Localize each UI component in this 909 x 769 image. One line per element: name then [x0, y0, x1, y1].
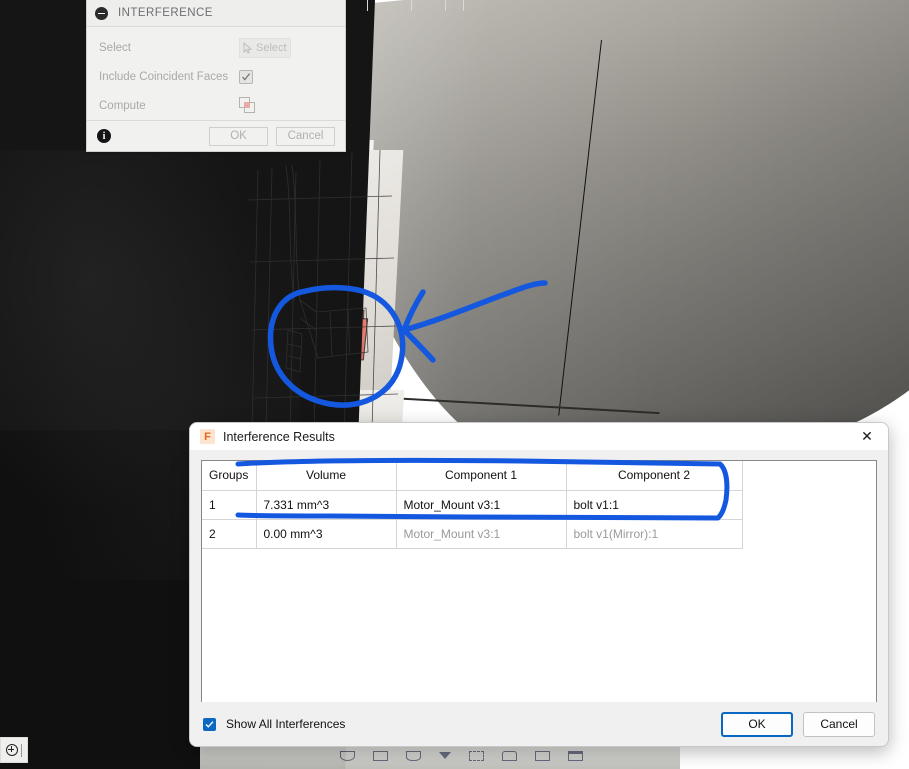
interference-table-container[interactable]: Groups Volume Component 1 Component 2 1 …	[201, 460, 877, 712]
toolbar-cell	[368, 0, 412, 11]
dialog-title: Interference Results	[223, 429, 335, 444]
dialog-footer: Show All Interferences OK Cancel	[190, 702, 888, 746]
include-coincident-faces-label: Include Coincident Faces	[99, 70, 229, 83]
orbit-nav-widget[interactable]	[0, 737, 28, 763]
column-header-volume[interactable]: Volume	[256, 461, 397, 491]
check-icon	[205, 720, 214, 728]
toolbar-cell	[412, 0, 446, 11]
dialog-titlebar[interactable]: F Interference Results ✕	[190, 423, 888, 450]
cell-volume: 0.00 mm^3	[256, 519, 397, 549]
panel-row-compute: Compute	[87, 91, 345, 120]
panel-cancel-button[interactable]: Cancel	[276, 126, 335, 146]
underline-icon[interactable]	[568, 750, 583, 761]
include-coincident-faces-checkbox[interactable]	[239, 69, 253, 84]
interference-command-panel[interactable]: INTERFERENCE Select Select Include Coinc…	[86, 0, 346, 152]
panel-title: INTERFERENCE	[118, 7, 213, 19]
info-icon[interactable]: i	[97, 129, 111, 143]
column-header-component-1[interactable]: Component 1	[396, 461, 567, 491]
background-toolbar	[340, 0, 570, 16]
column-header-component-2[interactable]: Component 2	[566, 461, 743, 491]
cell-component-2: bolt v1(Mirror):1	[566, 519, 743, 549]
dialog-cancel-button[interactable]: Cancel	[803, 711, 875, 737]
select-button-label: Select	[256, 41, 287, 54]
overlap-squares-icon[interactable]	[239, 97, 256, 114]
grid-icon[interactable]	[535, 750, 550, 761]
select-label: Select	[99, 41, 131, 54]
panel-ok-button[interactable]: OK	[209, 126, 268, 146]
compute-label: Compute	[99, 99, 146, 112]
shell-icon[interactable]	[502, 750, 517, 761]
orbit-target-icon[interactable]	[6, 744, 18, 756]
panel-row-select: Select Select	[87, 33, 345, 62]
panel-body: Select Select Include Coincident Faces C…	[87, 27, 345, 120]
measure-icon[interactable]	[469, 750, 484, 761]
dialog-ok-button[interactable]: OK	[721, 711, 793, 737]
cell-component-1: Motor_Mount v3:1	[396, 519, 567, 549]
cell-groups: 1	[202, 490, 257, 520]
table-row[interactable]: 1 7.331 mm^3 Motor_Mount v3:1 bolt v1:1	[202, 490, 743, 520]
dropdown-icon[interactable]	[439, 752, 451, 759]
select-button[interactable]: Select	[239, 37, 291, 58]
cell-component-1: Motor_Mount v3:1	[396, 490, 567, 520]
interference-results-dialog[interactable]: F Interference Results ✕ Groups Volume C…	[189, 422, 889, 747]
cell-component-2: bolt v1:1	[566, 490, 743, 520]
fusion-logo-icon: F	[200, 429, 215, 444]
show-all-interferences-label[interactable]: Show All Interferences	[226, 717, 345, 731]
interference-table: Groups Volume Component 1 Component 2 1 …	[202, 461, 743, 549]
revolve-icon[interactable]	[340, 750, 355, 761]
drag-handle[interactable]	[21, 743, 22, 757]
table-header-row: Groups Volume Component 1 Component 2	[202, 461, 743, 491]
overlap-fill	[244, 102, 250, 108]
table-row[interactable]: 2 0.00 mm^3 Motor_Mount v3:1 bolt v1(Mir…	[202, 519, 743, 549]
cell-volume: 7.331 mm^3	[256, 490, 397, 520]
column-header-groups[interactable]: Groups	[202, 461, 257, 491]
check-icon	[242, 72, 251, 81]
cursor-arrow-icon	[243, 41, 253, 54]
app-window: INTERFERENCE Select Select Include Coinc…	[0, 0, 909, 769]
minus-circle-icon[interactable]	[95, 6, 108, 20]
toolbar-cell	[446, 0, 464, 11]
loft-icon[interactable]	[406, 750, 421, 761]
panel-footer: i OK Cancel	[87, 120, 345, 151]
panel-row-coincident: Include Coincident Faces	[87, 62, 345, 91]
show-all-interferences-checkbox[interactable]	[203, 717, 216, 731]
close-icon[interactable]: ✕	[854, 426, 880, 448]
panel-header[interactable]: INTERFERENCE	[87, 0, 345, 27]
cell-groups: 2	[202, 519, 257, 549]
box-icon[interactable]	[373, 750, 388, 761]
dialog-body: Groups Volume Component 1 Component 2 1 …	[190, 450, 888, 721]
